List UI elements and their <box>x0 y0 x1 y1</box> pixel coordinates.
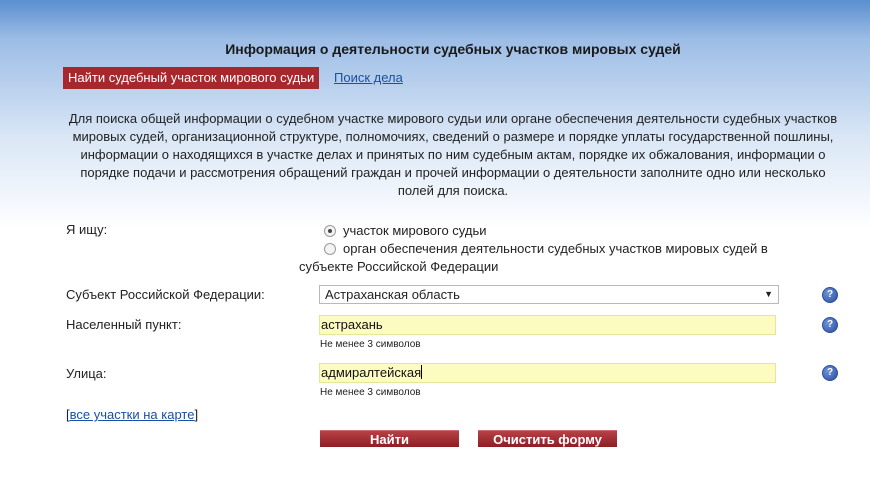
radio-option-support-body[interactable]: орган обеспечения деятельности судебных … <box>321 240 791 258</box>
locality-hint: Не менее 3 символов <box>320 339 421 350</box>
all-districts-map-link[interactable]: все участки на карте <box>70 407 195 422</box>
question-icon[interactable]: ? <box>822 317 838 333</box>
locality-input[interactable]: астрахань <box>319 315 776 335</box>
clear-form-button[interactable]: Очистить форму <box>478 430 617 447</box>
locality-label: Населенный пункт: <box>66 317 182 332</box>
text-caret <box>421 365 423 379</box>
subject-label: Субъект Российской Федерации: <box>66 287 265 302</box>
street-input-value: адмиралтейская <box>321 365 422 380</box>
subject-select[interactable]: Астраханская область ▼ <box>319 285 779 304</box>
locality-input-value: астрахань <box>321 317 383 332</box>
subject-select-value: Астраханская область <box>325 287 460 302</box>
page-title: Информация о деятельности судебных участ… <box>225 41 681 57</box>
radio-label-continuation: субъекте Российской Федерации <box>299 258 791 276</box>
street-input[interactable]: адмиралтейская <box>319 363 776 383</box>
search-for-radio-group: участок мирового судьи орган обеспечения… <box>299 222 791 276</box>
map-link-wrapper: [все участки на карте] <box>66 407 199 422</box>
chevron-down-icon: ▼ <box>764 289 773 299</box>
radio-label: участок мирового судьи <box>343 223 487 238</box>
radio-button[interactable] <box>324 243 336 255</box>
search-button[interactable]: Найти <box>320 430 459 447</box>
radio-option-court-district[interactable]: участок мирового судьи <box>321 222 791 240</box>
radio-label: орган обеспечения деятельности судебных … <box>343 241 768 256</box>
street-label: Улица: <box>66 366 107 381</box>
radio-label: субъекте Российской Федерации <box>299 259 499 274</box>
question-icon[interactable]: ? <box>822 287 838 303</box>
question-icon[interactable]: ? <box>822 365 838 381</box>
search-for-label: Я ищу: <box>66 222 108 237</box>
radio-button[interactable] <box>324 225 336 237</box>
street-hint: Не менее 3 символов <box>320 387 421 398</box>
tab-find-court-district[interactable]: Найти судебный участок мирового судьи <box>63 67 320 89</box>
tab-case-search[interactable]: Поиск дела <box>334 70 403 86</box>
intro-text: Для поиска общей информации о судебном у… <box>68 111 838 198</box>
